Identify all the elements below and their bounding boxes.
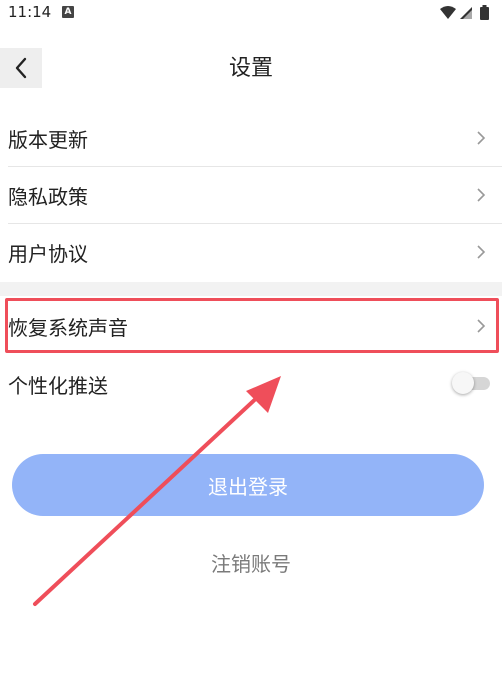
settings-item-label: 恢复系统声音 — [8, 315, 128, 340]
settings-screen: 11:14 A 设置 版本更新 隐私政策 用户协议 恢复系统声音 个性化推送 退… — [0, 0, 502, 681]
settings-item-user-agreement[interactable]: 用户协议 — [0, 224, 502, 280]
cancel-account-link[interactable]: 注销账号 — [0, 548, 502, 577]
settings-item-restore-system-sound[interactable]: 恢复系统声音 — [0, 298, 502, 354]
section-gap — [0, 282, 502, 296]
page-title: 设置 — [228, 56, 273, 81]
logout-button[interactable]: 退出登录 — [12, 454, 484, 516]
status-icons — [440, 5, 489, 20]
settings-item-personalized-push: 个性化推送 — [0, 356, 502, 412]
chevron-left-icon — [15, 57, 27, 79]
back-button[interactable] — [0, 48, 42, 88]
personalized-push-toggle[interactable] — [452, 372, 492, 394]
settings-item-label: 个性化推送 — [8, 373, 108, 398]
settings-item-label: 隐私政策 — [8, 184, 88, 209]
settings-item-label: 版本更新 — [8, 127, 88, 152]
battery-icon — [480, 5, 489, 20]
chevron-right-icon — [477, 131, 486, 145]
status-time: 11:14 — [8, 3, 52, 21]
settings-item-version-update[interactable]: 版本更新 — [0, 110, 502, 166]
chevron-right-icon — [477, 319, 486, 333]
chevron-right-icon — [477, 245, 486, 259]
status-bar: 11:14 A — [0, 0, 502, 26]
toggle-knob — [452, 372, 474, 394]
chevron-right-icon — [477, 188, 486, 202]
settings-item-privacy-policy[interactable]: 隐私政策 — [0, 167, 502, 223]
settings-item-label: 用户协议 — [8, 241, 88, 266]
wifi-icon — [440, 6, 456, 19]
app-notification-icon: A — [62, 6, 74, 18]
